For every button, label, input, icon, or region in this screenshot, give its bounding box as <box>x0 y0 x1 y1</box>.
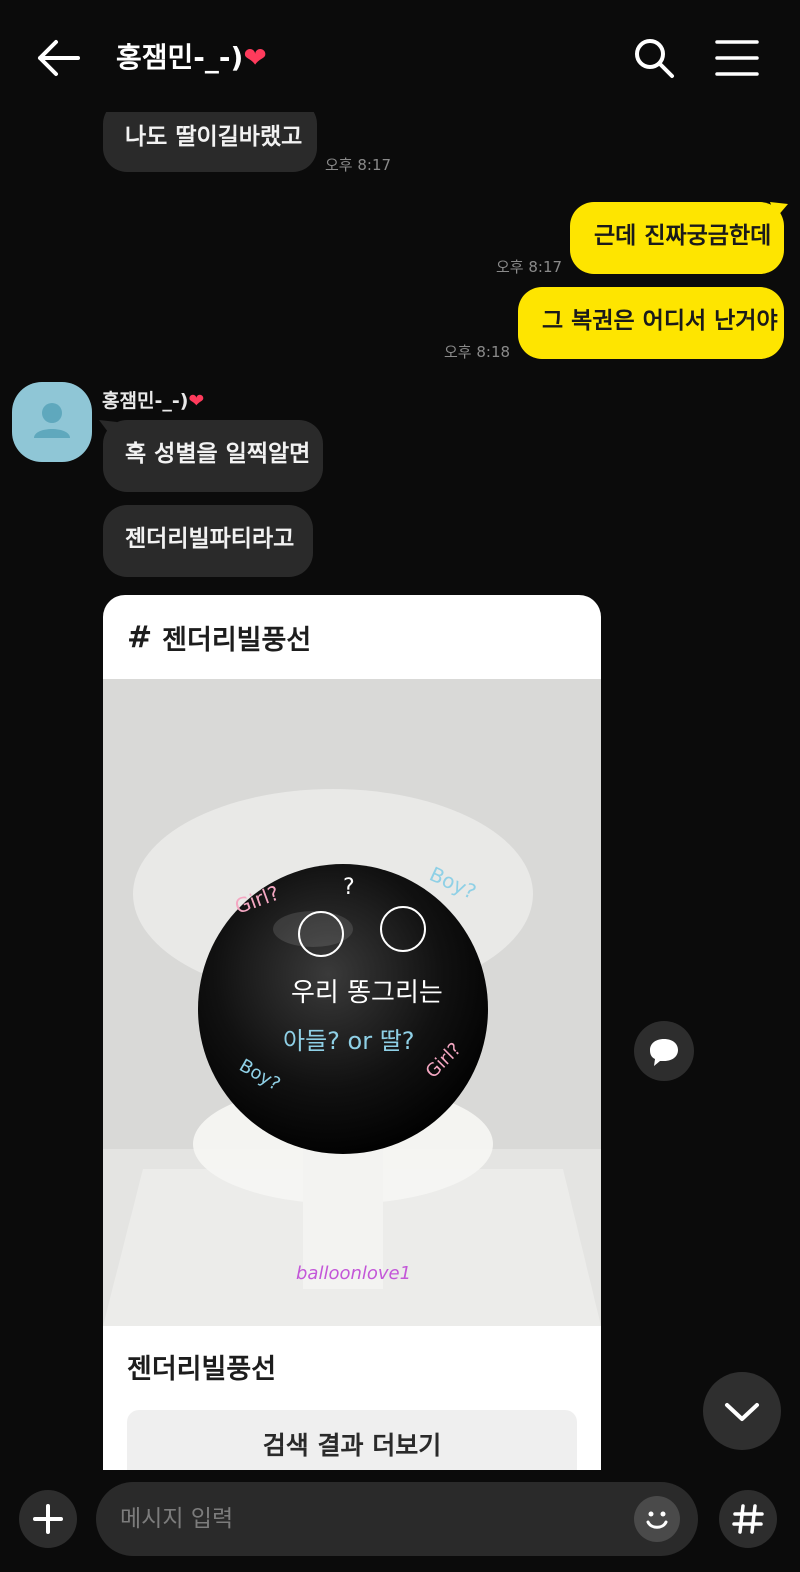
question-mark-text: ? <box>343 875 355 900</box>
back-button[interactable] <box>30 34 86 82</box>
message-time: 오후 8:17 <box>496 258 563 276</box>
balloon-text-line1: 우리 똥그리는 <box>291 978 443 1008</box>
chevron-down-icon <box>725 1403 759 1421</box>
hashtag-icon: # <box>127 619 153 655</box>
bubble-tail <box>99 420 117 436</box>
chat-bubble-icon <box>650 1039 678 1066</box>
balloon-illustration: ? Girl? Boy? 우리 똥그리는 아들? or 딸? Boy? Girl… <box>103 679 601 1326</box>
message-input[interactable] <box>120 1482 620 1556</box>
card-caption: 젠더리빌풍선 <box>127 1354 277 1385</box>
chat-title-text: 홍잼민-_-) <box>116 41 244 74</box>
sender-name-text: 홍잼민-_-) <box>102 390 189 412</box>
emoji-button[interactable] <box>634 1496 680 1542</box>
message-bubble-outgoing[interactable]: 그 복권은 어디서 난거야 <box>518 287 784 359</box>
attach-button[interactable] <box>19 1490 77 1548</box>
share-button[interactable] <box>634 1021 694 1081</box>
chat-header: 홍잼민-_-)❤ <box>0 0 800 112</box>
arrow-left-icon <box>38 40 80 76</box>
message-bubble-incoming[interactable]: 젠더리빌파티라고 <box>103 505 313 577</box>
hashtag-search-button[interactable] <box>719 1490 777 1548</box>
heart-icon: ❤ <box>243 41 267 74</box>
sender-name: 홍잼민-_-)❤ <box>102 386 204 413</box>
hashtag-icon <box>732 1504 764 1534</box>
message-bubble-outgoing[interactable]: 근데 진짜궁금한데 <box>570 202 784 274</box>
default-profile-icon <box>34 403 70 438</box>
menu-button[interactable] <box>714 38 760 78</box>
emoji-icon <box>646 1511 668 1529</box>
search-result-card[interactable]: # 젠더리빌풍선 ? Girl? Boy? 우리 똥그리는 아들? or 딸? … <box>103 595 601 1475</box>
watermark-text: balloonlove1 <box>296 1263 411 1284</box>
chat-title: 홍잼민-_-)❤ <box>116 38 267 78</box>
plus-icon <box>33 1504 63 1534</box>
scroll-down-button[interactable] <box>703 1372 781 1450</box>
search-icon <box>635 39 674 78</box>
search-button[interactable] <box>632 36 676 80</box>
message-time: 오후 8:17 <box>325 156 392 174</box>
balloon-text-line2: 아들? or 딸? <box>283 1027 415 1055</box>
message-field[interactable] <box>96 1482 698 1556</box>
message-input-bar <box>0 1470 800 1572</box>
heart-icon: ❤ <box>188 390 205 412</box>
message-text: 그 복권은 어디서 난거야 <box>542 308 778 334</box>
message-time: 오후 8:18 <box>444 343 511 361</box>
message-text: 나도 딸이길바랬고 <box>125 124 303 150</box>
message-text: 근데 진짜궁금한데 <box>594 223 772 249</box>
bubble-tail <box>770 202 788 218</box>
message-text: 젠더리빌파티라고 <box>125 526 295 552</box>
message-text: 혹 성별을 일찍알면 <box>125 441 311 467</box>
hamburger-menu-icon <box>715 40 759 76</box>
message-bubble-incoming[interactable]: 혹 성별을 일찍알면 <box>103 420 323 492</box>
card-header-text: 젠더리빌풍선 <box>162 624 312 656</box>
balloon-image[interactable]: ? Girl? Boy? 우리 똥그리는 아들? or 딸? Boy? Girl… <box>103 679 601 1326</box>
more-results-button[interactable]: 검색 결과 더보기 <box>127 1410 577 1475</box>
card-header: # 젠더리빌풍선 <box>103 595 601 679</box>
sender-avatar[interactable] <box>12 382 92 462</box>
